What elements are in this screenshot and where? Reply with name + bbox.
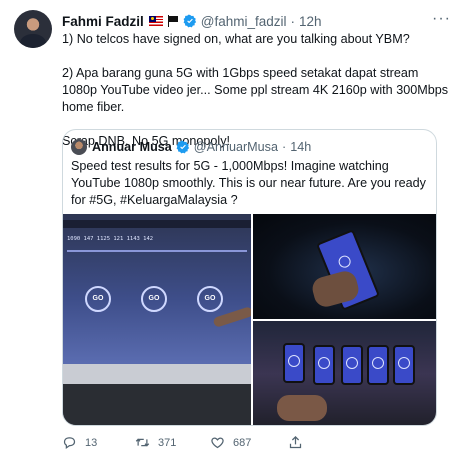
retweet-count: 371 xyxy=(158,436,177,449)
quoted-author-name[interactable]: Annuar Musa xyxy=(92,140,172,154)
retweet-button[interactable]: 371 xyxy=(135,435,176,450)
share-button[interactable] xyxy=(288,435,303,450)
phones-row-photo[interactable] xyxy=(253,321,436,425)
hand-holding-phone-photo[interactable] xyxy=(253,214,436,319)
quoted-author-avatar[interactable] xyxy=(71,139,87,155)
quoted-tweet-timestamp[interactable]: 14h xyxy=(290,140,311,154)
go-button-label: GO xyxy=(141,286,167,312)
author-name[interactable]: Fahmi Fadzil xyxy=(62,14,144,29)
quoted-tweet[interactable]: Annuar Musa @AnnuarMusa · 14h Speed test… xyxy=(62,129,437,426)
laptop-speedtest-photo[interactable]: 1090 147 1125 121 1143 142 GO GO GO xyxy=(63,214,251,425)
verified-badge-icon xyxy=(183,14,196,28)
reply-count: 13 xyxy=(85,436,98,449)
quoted-tweet-text: Speed test results for 5G - 1,000Mbps! I… xyxy=(71,159,426,207)
black-flag-icon xyxy=(167,15,179,27)
tweet-timestamp[interactable]: 12h xyxy=(299,14,322,29)
go-button-label: GO xyxy=(85,286,111,312)
more-options-icon[interactable]: ··· xyxy=(432,10,451,28)
action-bar: 13 371 687 xyxy=(62,435,362,451)
reply-button[interactable]: 13 xyxy=(62,435,97,450)
go-button-label: GO xyxy=(197,286,223,312)
author-handle[interactable]: @fahmi_fadzil xyxy=(201,14,287,29)
malaysia-flag-icon xyxy=(148,16,163,26)
share-icon xyxy=(289,435,302,449)
media-grid: 1090 147 1125 121 1143 142 GO GO GO xyxy=(63,214,436,425)
author-avatar[interactable] xyxy=(14,10,52,48)
speedtest-readout: 1090 147 1125 121 1143 142 xyxy=(67,236,154,242)
reply-icon xyxy=(63,437,76,450)
tweet[interactable]: Fahmi Fadzil @fahmi_fadzil · 12h ··· 1) … xyxy=(0,0,465,459)
quoted-author-handle[interactable]: @AnnuarMusa xyxy=(194,140,278,154)
tweet-text-line: 1) No telcos have signed on, what are yo… xyxy=(62,32,410,46)
tweet-text-line: 2) Apa barang guna 5G with 1Gbps speed s… xyxy=(62,66,448,114)
heart-icon xyxy=(211,437,224,449)
tweet-header: Fahmi Fadzil @fahmi_fadzil · 12h xyxy=(62,12,322,30)
quoted-tweet-header: Annuar Musa @AnnuarMusa · 14h xyxy=(92,139,311,155)
retweet-icon xyxy=(135,438,150,447)
like-button[interactable]: 687 xyxy=(210,435,251,450)
verified-badge-icon xyxy=(176,140,189,154)
like-count: 687 xyxy=(233,436,252,449)
separator-dot: · xyxy=(290,13,296,29)
separator-dot: · xyxy=(281,140,287,154)
